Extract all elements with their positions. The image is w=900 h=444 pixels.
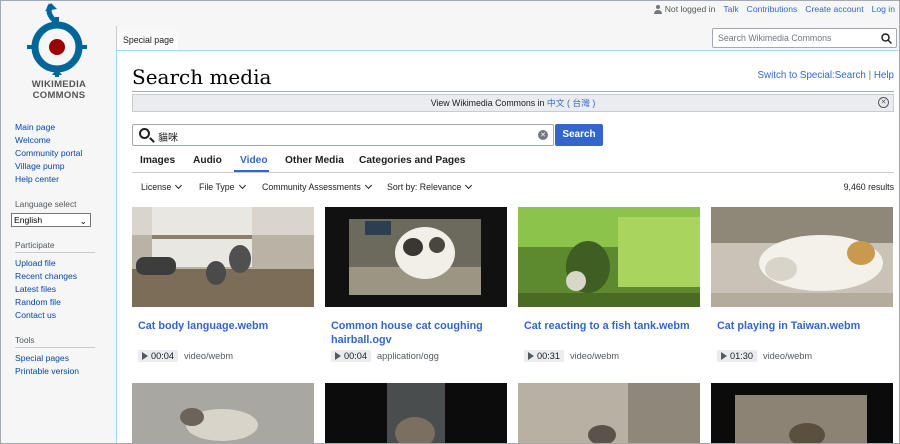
chevron-down-icon [364, 181, 372, 190]
sidebar-item-main-page[interactable]: Main page [15, 121, 105, 134]
result-meta: 01:30 video/webm [717, 350, 812, 362]
video-thumbnail[interactable] [518, 207, 700, 307]
tab-categories-and-pages[interactable]: Categories and Pages [359, 155, 465, 166]
tab-images[interactable]: Images [140, 155, 175, 166]
switch-to-special-search-link[interactable]: Switch to Special:Search [757, 70, 865, 81]
page-title: Search media [132, 65, 272, 89]
chevron-down-icon [238, 181, 246, 190]
sidebar-item-printable-version[interactable]: Printable version [15, 365, 105, 378]
mime-type: video/webm [763, 351, 813, 361]
video-thumbnail[interactable] [325, 207, 507, 307]
play-icon [528, 352, 534, 360]
title-divider [132, 91, 894, 92]
tab-other-media[interactable]: Other Media [285, 155, 344, 166]
sidebar-item-village-pump[interactable]: Village pump [15, 160, 105, 173]
result-card[interactable]: Common house cat coughing hairball.ogv 0… [325, 207, 507, 377]
browser-frame: WIKIMEDIA COMMONS Main page Welcome Comm… [0, 0, 900, 444]
active-tab-indicator [234, 170, 269, 172]
result-title-link[interactable]: Cat reacting to a fish tank.webm [524, 319, 694, 333]
chevron-down-icon [175, 181, 183, 190]
result-title-link[interactable]: Cat playing in Taiwan.webm [717, 319, 887, 333]
search-filters: License File Type Community Assessments … [132, 181, 894, 195]
community-assessments-filter[interactable]: Community Assessments [262, 181, 372, 192]
main-content: Search media Switch to Special:Search | … [116, 50, 899, 444]
result-title-link[interactable]: Common house cat coughing hairball.ogv [331, 319, 501, 347]
clear-icon[interactable]: ✕ [538, 130, 548, 140]
media-search-input[interactable]: 貓咪 ✕ [132, 124, 554, 146]
result-card[interactable]: Cat reacting to a fish tank.webm 00:31 v… [518, 207, 700, 377]
video-thumbnail[interactable] [518, 383, 700, 444]
talk-link[interactable]: Talk [723, 4, 738, 14]
result-card[interactable]: Cat playing in Taiwan.webm 01:30 video/w… [711, 207, 893, 377]
duration-badge: 01:30 [717, 350, 757, 362]
tab-video[interactable]: Video [240, 155, 268, 166]
language-select[interactable]: English ⌄ [11, 213, 91, 227]
user-icon [653, 4, 662, 14]
video-thumbnail[interactable] [132, 383, 314, 444]
sort-filter[interactable]: Sort by: Relevance [387, 181, 473, 192]
search-icon [139, 128, 150, 139]
logo-wordmark: WIKIMEDIA COMMONS [31, 79, 87, 101]
result-card[interactable]: Cat body language.webm 00:04 video/webm [132, 207, 314, 377]
search-icon[interactable] [881, 33, 892, 44]
video-thumbnail[interactable] [132, 207, 314, 307]
tools-heading: Tools [15, 335, 95, 348]
duration-badge: 00:04 [138, 350, 178, 362]
result-meta: 00:04 application/ogg [331, 350, 439, 362]
page-indicators: Switch to Special:Search | Help [757, 70, 894, 81]
results-count: 9,460 results [843, 182, 894, 192]
language-notice-link[interactable]: 中文 ( 台灣 ) [547, 98, 595, 108]
video-thumbnail[interactable] [711, 207, 893, 307]
sidebar-item-welcome[interactable]: Welcome [15, 134, 105, 147]
language-heading: Language select [15, 199, 77, 209]
mime-type: video/webm [570, 351, 620, 361]
create-account-link[interactable]: Create account [805, 4, 863, 14]
play-icon [721, 352, 727, 360]
sidebar-item-contact-us[interactable]: Contact us [15, 309, 105, 322]
help-link[interactable]: Help [874, 70, 894, 81]
sidebar-item-latest-files[interactable]: Latest files [15, 283, 105, 296]
result-title-link[interactable]: Cat body language.webm [138, 319, 308, 333]
wiki-search-input[interactable]: Search Wikimedia Commons [712, 28, 897, 48]
personal-tools: Not logged in Talk Contributions Create … [653, 4, 895, 14]
result-meta: 00:04 video/webm [138, 350, 233, 362]
not-logged-in: Not logged in [653, 4, 715, 14]
video-thumbnail[interactable] [325, 383, 507, 444]
video-thumbnail[interactable] [711, 383, 893, 444]
indicator-separator: | [868, 70, 872, 81]
close-icon[interactable]: ✕ [878, 97, 889, 108]
file-type-filter[interactable]: File Type [199, 181, 246, 192]
duration-badge: 00:31 [524, 350, 564, 362]
sidebar-item-help-center[interactable]: Help center [15, 173, 105, 186]
play-icon [335, 352, 341, 360]
result-meta: 00:31 video/webm [524, 350, 619, 362]
tab-audio[interactable]: Audio [193, 155, 222, 166]
mime-type: video/webm [184, 351, 234, 361]
sidebar-item-recent-changes[interactable]: Recent changes [15, 270, 105, 283]
language-notice: View Wikimedia Commons in 中文 ( 台灣 ) ✕ [132, 94, 894, 112]
duration-badge: 00:04 [331, 350, 371, 362]
sidebar-item-random-file[interactable]: Random file [15, 296, 105, 309]
tab-special-page[interactable]: Special page [116, 26, 178, 50]
chevron-down-icon: ⌄ [79, 216, 87, 226]
sidebar-item-community-portal[interactable]: Community portal [15, 147, 105, 160]
sidebar-item-upload-file[interactable]: Upload file [15, 257, 105, 270]
mime-type: application/ogg [377, 351, 439, 361]
license-filter[interactable]: License [141, 181, 183, 192]
participate-heading: Participate [15, 240, 95, 253]
chevron-down-icon [465, 181, 473, 190]
media-type-tabs: Images Audio Video Other Media Categorie… [132, 149, 894, 173]
sidebar-item-special-pages[interactable]: Special pages [15, 352, 105, 365]
log-in-link[interactable]: Log in [872, 4, 895, 14]
search-button[interactable]: Search [555, 124, 603, 146]
play-icon [142, 352, 148, 360]
contributions-link[interactable]: Contributions [747, 4, 798, 14]
sidebar: Main page Welcome Community portal Villa… [11, 121, 105, 378]
